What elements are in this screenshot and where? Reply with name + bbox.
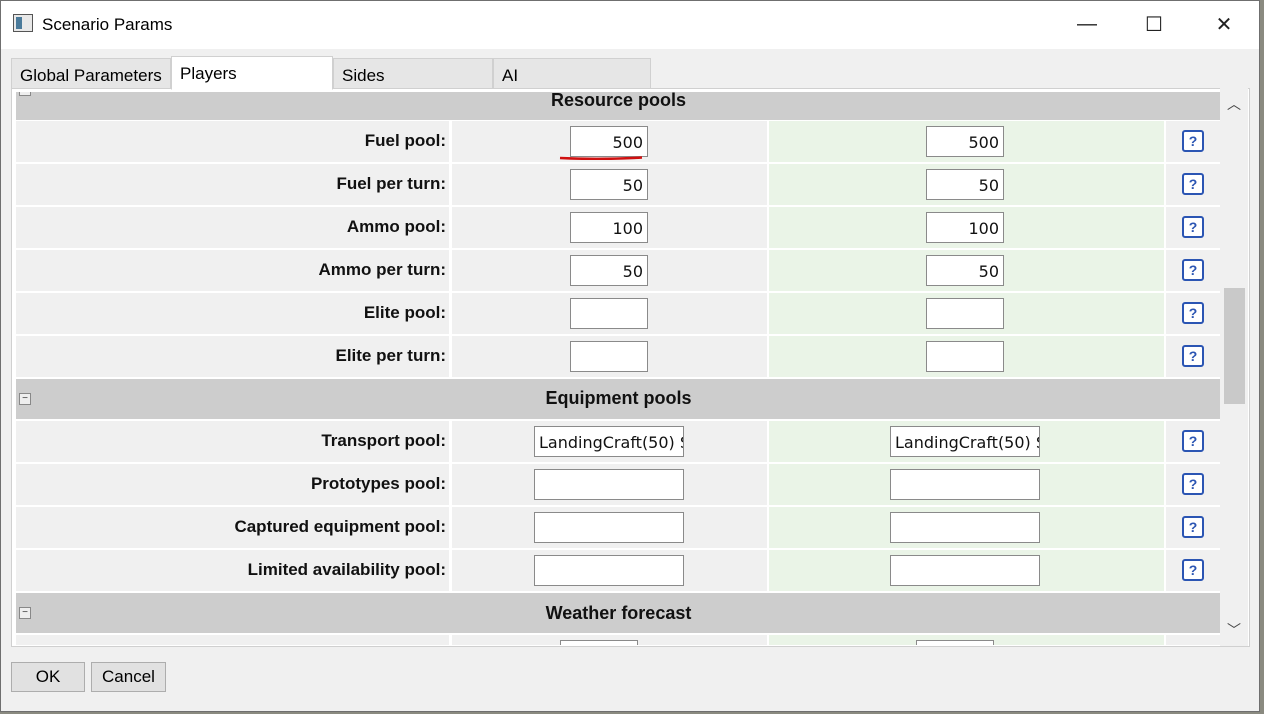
player2-fuel-per-turn-input[interactable]: 50 bbox=[926, 169, 1004, 200]
params-grid: − Resource pools Fuel pool: 500 500 ? Fu… bbox=[16, 92, 1221, 645]
player2-ammo-per-turn-input[interactable]: 50 bbox=[926, 255, 1004, 286]
window-title: Scenario Params bbox=[42, 15, 173, 34]
player1-ammo-pool-input[interactable]: 100 bbox=[570, 212, 648, 243]
help-icon[interactable]: ? bbox=[1182, 130, 1204, 152]
vertical-scrollbar[interactable]: ︿ ﹀ bbox=[1220, 88, 1248, 646]
row-label: Ammo pool: bbox=[346, 217, 446, 236]
scroll-up-icon[interactable]: ︿ bbox=[1220, 94, 1248, 116]
row-label: Limited availability pool: bbox=[247, 560, 446, 579]
player2-limited-availability-pool-input[interactable] bbox=[890, 555, 1040, 586]
tab-global-parameters[interactable]: Global Parameters bbox=[11, 58, 171, 89]
row-label: Fuel pool: bbox=[364, 131, 446, 150]
param-row-weather-partial bbox=[16, 635, 1221, 645]
ok-button[interactable]: OK bbox=[11, 662, 85, 692]
player2-elite-per-turn-input[interactable] bbox=[926, 341, 1004, 372]
player2-fuel-pool-input[interactable]: 500 bbox=[926, 126, 1004, 157]
player1-captured-equipment-pool-input[interactable] bbox=[534, 512, 684, 543]
help-icon[interactable]: ? bbox=[1182, 559, 1204, 581]
player2-prototypes-pool-input[interactable] bbox=[890, 469, 1040, 500]
player1-elite-pool-input[interactable] bbox=[570, 298, 648, 329]
param-row-elite-per-turn: Elite per turn: ? bbox=[16, 336, 1221, 379]
help-icon[interactable]: ? bbox=[1182, 516, 1204, 538]
row-label: Captured equipment pool: bbox=[234, 517, 446, 536]
scrollbar-thumb[interactable] bbox=[1224, 288, 1245, 404]
help-icon[interactable]: ? bbox=[1182, 430, 1204, 452]
row-label: Fuel per turn: bbox=[336, 174, 446, 193]
param-row-fuel-pool: Fuel pool: 500 500 ? bbox=[16, 121, 1221, 164]
section-title: Equipment pools bbox=[545, 388, 692, 408]
row-label: Ammo per turn: bbox=[318, 260, 447, 279]
player1-limited-availability-pool-input[interactable] bbox=[534, 555, 684, 586]
section-title: Weather forecast bbox=[545, 603, 692, 623]
player2-captured-equipment-pool-input[interactable] bbox=[890, 512, 1040, 543]
tab-players[interactable]: Players bbox=[171, 56, 333, 90]
scroll-down-icon[interactable]: ﹀ bbox=[1220, 620, 1248, 642]
help-icon[interactable]: ? bbox=[1182, 173, 1204, 195]
tab-bar: Global Parameters Players Sides AI bbox=[11, 56, 661, 90]
param-row-transport-pool: Transport pool: LandingCraft(50) S Landi… bbox=[16, 421, 1221, 464]
player2-transport-pool-input[interactable]: LandingCraft(50) S bbox=[890, 426, 1040, 457]
help-icon[interactable]: ? bbox=[1182, 259, 1204, 281]
close-icon: ✕ bbox=[1215, 13, 1233, 36]
minimize-button[interactable]: — bbox=[1064, 1, 1110, 47]
close-button[interactable]: ✕ bbox=[1201, 1, 1247, 47]
row-label: Prototypes pool: bbox=[310, 474, 446, 493]
scenario-params-window: Scenario Params — ☐ ✕ Global Parameters … bbox=[0, 0, 1260, 712]
player2-elite-pool-input[interactable] bbox=[926, 298, 1004, 329]
row-label: Elite pool: bbox=[363, 303, 446, 322]
player1-elite-per-turn-input[interactable] bbox=[570, 341, 648, 372]
param-row-captured-equipment-pool: Captured equipment pool: ? bbox=[16, 507, 1221, 550]
player2-weather-input[interactable] bbox=[916, 640, 994, 645]
section-title: Resource pools bbox=[550, 92, 687, 110]
help-icon[interactable]: ? bbox=[1182, 473, 1204, 495]
row-label: Elite per turn: bbox=[335, 346, 446, 365]
help-icon[interactable]: ? bbox=[1182, 216, 1204, 238]
player1-prototypes-pool-input[interactable] bbox=[534, 469, 684, 500]
player1-fuel-pool-input[interactable]: 500 bbox=[570, 126, 648, 157]
param-row-limited-availability-pool: Limited availability pool: ? bbox=[16, 550, 1221, 593]
tab-sides[interactable]: Sides bbox=[333, 58, 493, 89]
minimize-icon: — bbox=[1077, 12, 1097, 35]
player1-weather-input[interactable] bbox=[560, 640, 638, 645]
param-row-fuel-per-turn: Fuel per turn: 50 50 ? bbox=[16, 164, 1221, 207]
player1-transport-pool-input[interactable]: LandingCraft(50) S bbox=[534, 426, 684, 457]
param-row-ammo-per-turn: Ammo per turn: 50 50 ? bbox=[16, 250, 1221, 293]
app-icon bbox=[13, 14, 33, 32]
player2-ammo-pool-input[interactable]: 100 bbox=[926, 212, 1004, 243]
cancel-button[interactable]: Cancel bbox=[91, 662, 166, 692]
help-icon[interactable]: ? bbox=[1182, 345, 1204, 367]
param-row-elite-pool: Elite pool: ? bbox=[16, 293, 1221, 336]
section-header-equipment-pools: − Equipment pools bbox=[16, 379, 1221, 419]
players-panel: − Resource pools Fuel pool: 500 500 ? Fu… bbox=[11, 88, 1250, 647]
maximize-button[interactable]: ☐ bbox=[1131, 1, 1177, 47]
player1-ammo-per-turn-input[interactable]: 50 bbox=[570, 255, 648, 286]
param-row-prototypes-pool: Prototypes pool: ? bbox=[16, 464, 1221, 507]
section-header-resource-pools: − Resource pools bbox=[16, 92, 1221, 120]
title-bar: Scenario Params — ☐ ✕ bbox=[1, 1, 1259, 49]
maximize-icon: ☐ bbox=[1145, 13, 1163, 36]
param-row-ammo-pool: Ammo pool: 100 100 ? bbox=[16, 207, 1221, 250]
row-label: Transport pool: bbox=[321, 431, 446, 450]
tab-ai[interactable]: AI bbox=[493, 58, 651, 89]
help-icon[interactable]: ? bbox=[1182, 302, 1204, 324]
section-header-weather-forecast: − Weather forecast bbox=[16, 593, 1221, 633]
player1-fuel-per-turn-input[interactable]: 50 bbox=[570, 169, 648, 200]
